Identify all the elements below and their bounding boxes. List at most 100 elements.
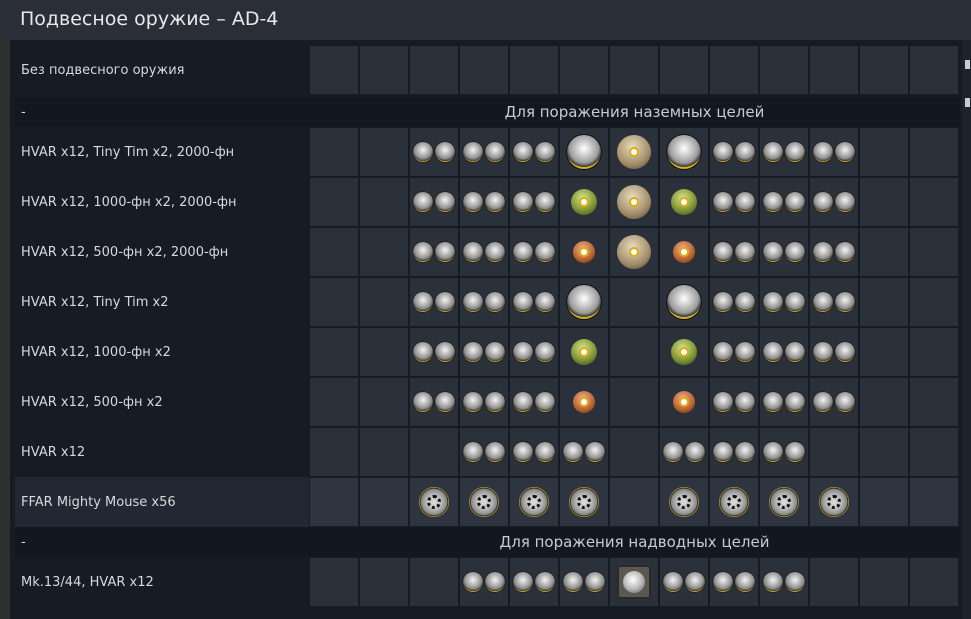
pylon-slot[interactable] — [460, 228, 508, 276]
pylon-slot[interactable] — [360, 558, 408, 606]
pylon-slot[interactable] — [560, 328, 608, 376]
pylon-slot[interactable] — [410, 128, 458, 176]
preset-row[interactable]: HVAR x12, Tiny Tim x2 — [15, 277, 960, 327]
preset-row[interactable]: HVAR x12, 500-фн x2, 2000-фн — [15, 227, 960, 277]
pylon-slot[interactable] — [510, 478, 558, 526]
pylon-slot[interactable] — [810, 428, 858, 476]
pylon-slot[interactable] — [410, 478, 458, 526]
pylon-slot[interactable] — [660, 128, 708, 176]
pylon-slot[interactable] — [710, 328, 758, 376]
pylon-slot[interactable] — [810, 128, 858, 176]
pylon-slot[interactable] — [760, 378, 808, 426]
pylon-slot[interactable] — [660, 178, 708, 226]
pylon-slot[interactable] — [410, 178, 458, 226]
pylon-slot[interactable] — [310, 478, 358, 526]
pylon-slot[interactable] — [610, 128, 658, 176]
preset-row[interactable]: HVAR x12, 500-фн x2 — [15, 377, 960, 427]
pylon-slot[interactable] — [560, 128, 608, 176]
pylon-slot[interactable] — [610, 558, 658, 606]
pylon-slot[interactable] — [860, 278, 908, 326]
preset-row[interactable]: HVAR x12, 1000-фн x2, 2000-фн — [15, 177, 960, 227]
pylon-slot[interactable] — [460, 378, 508, 426]
pylon-slot[interactable] — [560, 428, 608, 476]
pylon-slot[interactable] — [910, 178, 958, 226]
preset-row[interactable]: Без подвесного оружия — [15, 45, 960, 95]
pylon-slot[interactable] — [510, 428, 558, 476]
pylon-slot[interactable] — [860, 228, 908, 276]
pylon-slot[interactable] — [760, 278, 808, 326]
pylon-slot[interactable] — [810, 558, 858, 606]
pylon-slot[interactable] — [310, 378, 358, 426]
pylon-slot[interactable] — [310, 428, 358, 476]
pylon-slot[interactable] — [710, 178, 758, 226]
pylon-slot[interactable] — [410, 378, 458, 426]
pylon-slot[interactable] — [610, 278, 658, 326]
pylon-slot[interactable] — [610, 378, 658, 426]
pylon-slot[interactable] — [610, 228, 658, 276]
pylon-slot[interactable] — [310, 328, 358, 376]
pylon-slot[interactable] — [710, 558, 758, 606]
pylon-slot[interactable] — [660, 558, 708, 606]
pylon-slot[interactable] — [310, 128, 358, 176]
pylon-slot[interactable] — [910, 228, 958, 276]
pylon-slot[interactable] — [560, 228, 608, 276]
pylon-slot[interactable] — [360, 378, 408, 426]
pylon-slot[interactable] — [510, 558, 558, 606]
pylon-slot[interactable] — [560, 46, 608, 94]
pylon-slot[interactable] — [910, 278, 958, 326]
pylon-slot[interactable] — [460, 178, 508, 226]
pylon-slot[interactable] — [710, 478, 758, 526]
pylon-slot[interactable] — [710, 428, 758, 476]
pylon-slot[interactable] — [760, 558, 808, 606]
pylon-slot[interactable] — [510, 378, 558, 426]
pylon-slot[interactable] — [360, 478, 408, 526]
pylon-slot[interactable] — [910, 46, 958, 94]
pylon-slot[interactable] — [410, 558, 458, 606]
pylon-slot[interactable] — [560, 558, 608, 606]
pylon-slot[interactable] — [810, 278, 858, 326]
pylon-slot[interactable] — [410, 278, 458, 326]
pylon-slot[interactable] — [460, 328, 508, 376]
pylon-slot[interactable] — [660, 328, 708, 376]
pylon-slot[interactable] — [760, 46, 808, 94]
pylon-slot[interactable] — [510, 46, 558, 94]
pylon-slot[interactable] — [360, 278, 408, 326]
pylon-slot[interactable] — [510, 178, 558, 226]
pylon-slot[interactable] — [810, 46, 858, 94]
pylon-slot[interactable] — [660, 228, 708, 276]
pylon-slot[interactable] — [910, 478, 958, 526]
pylon-slot[interactable] — [860, 478, 908, 526]
pylon-slot[interactable] — [860, 378, 908, 426]
pylon-slot[interactable] — [460, 428, 508, 476]
pylon-slot[interactable] — [510, 278, 558, 326]
pylon-slot[interactable] — [360, 428, 408, 476]
pylon-slot[interactable] — [360, 46, 408, 94]
pylon-slot[interactable] — [310, 558, 358, 606]
pylon-slot[interactable] — [810, 328, 858, 376]
preset-row[interactable]: HVAR x12, 1000-фн x2 — [15, 327, 960, 377]
pylon-slot[interactable] — [660, 378, 708, 426]
pylon-slot[interactable] — [460, 46, 508, 94]
pylon-slot[interactable] — [710, 278, 758, 326]
pylon-slot[interactable] — [760, 128, 808, 176]
pylon-slot[interactable] — [760, 328, 808, 376]
pylon-slot[interactable] — [460, 128, 508, 176]
pylon-slot[interactable] — [610, 428, 658, 476]
pylon-slot[interactable] — [760, 178, 808, 226]
pylon-slot[interactable] — [810, 378, 858, 426]
pylon-slot[interactable] — [410, 228, 458, 276]
pylon-slot[interactable] — [510, 328, 558, 376]
pylon-slot[interactable] — [860, 46, 908, 94]
pylon-slot[interactable] — [910, 328, 958, 376]
pylon-slot[interactable] — [560, 378, 608, 426]
preset-row[interactable]: FFAR Mighty Mouse x56 — [15, 477, 960, 527]
pylon-slot[interactable] — [810, 178, 858, 226]
pylon-slot[interactable] — [660, 478, 708, 526]
pylon-slot[interactable] — [860, 328, 908, 376]
pylon-slot[interactable] — [360, 128, 408, 176]
pylon-slot[interactable] — [410, 328, 458, 376]
pylon-slot[interactable] — [760, 478, 808, 526]
pylon-slot[interactable] — [410, 46, 458, 94]
pylon-slot[interactable] — [560, 278, 608, 326]
pylon-slot[interactable] — [810, 478, 858, 526]
